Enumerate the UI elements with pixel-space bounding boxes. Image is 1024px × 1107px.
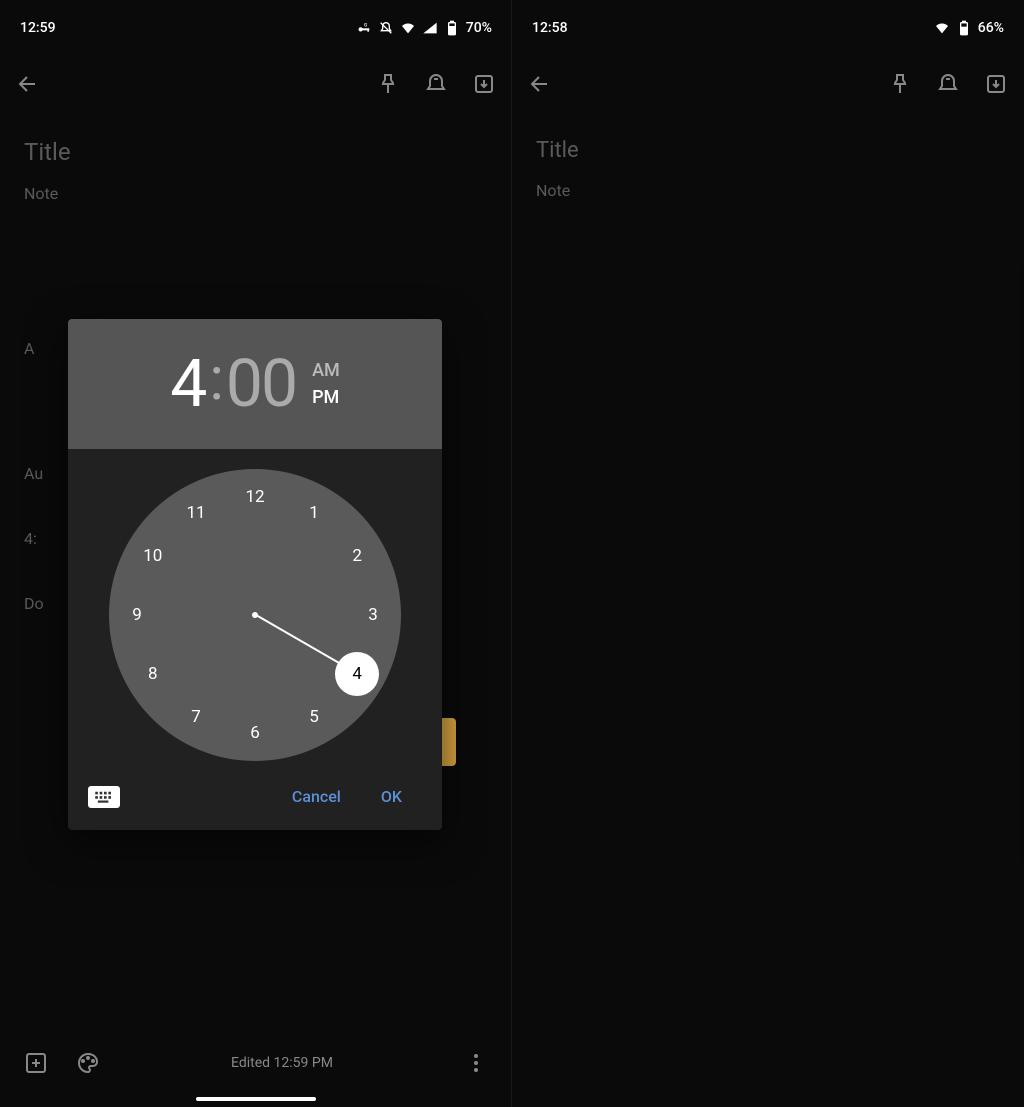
archive-icon[interactable] <box>472 72 496 96</box>
colon: : <box>209 343 222 414</box>
vpn-key-icon: G <box>356 20 372 36</box>
clock-number-7[interactable]: 7 <box>191 707 201 727</box>
note-text[interactable]: Note <box>536 181 1000 200</box>
clock-number-8[interactable]: 8 <box>148 664 158 684</box>
clock-number-5[interactable]: 5 <box>309 707 319 727</box>
svg-text:G: G <box>364 23 367 29</box>
nav-handle[interactable] <box>196 1097 316 1101</box>
dnd-off-icon <box>378 20 394 36</box>
time-display: 4 : 00 <box>170 346 296 423</box>
ok-button[interactable]: OK <box>361 779 422 814</box>
reminder-icon[interactable] <box>936 72 960 96</box>
statusbar-time: 12:58 <box>532 20 568 36</box>
palette-icon[interactable] <box>76 1051 100 1075</box>
note-title[interactable]: Title <box>536 138 1000 163</box>
keyboard-toggle-icon[interactable] <box>88 786 120 808</box>
pm-option[interactable]: PM <box>312 387 340 408</box>
phone-right: 12:58 66% Title Note SELECT T <box>512 0 1024 1107</box>
note-body: Title Note <box>512 112 1024 208</box>
signal-icon <box>422 20 438 36</box>
am-option[interactable]: AM <box>312 360 340 381</box>
statusbar-right: 66% <box>934 20 1004 36</box>
statusbar-time: 12:59 <box>20 20 56 36</box>
statusbar-right: G 70% <box>356 20 492 36</box>
clock-number-10[interactable]: 10 <box>143 546 162 566</box>
dialog-actions: Cancel OK <box>68 769 442 830</box>
note-toolbar <box>0 56 512 112</box>
ampm-toggle[interactable]: AM PM <box>312 360 340 408</box>
battery-pct: 70% <box>466 20 492 36</box>
clock-number-6[interactable]: 6 <box>250 723 260 743</box>
note-bottom-toolbar: Edited 12:59 PM <box>0 1051 512 1075</box>
hour-value[interactable]: 4 <box>170 346 205 423</box>
back-arrow-icon[interactable] <box>16 72 40 96</box>
edited-label: Edited 12:59 PM <box>128 1055 436 1071</box>
note-body: Title Note <box>0 112 512 211</box>
note-toolbar <box>512 56 1024 112</box>
clock-number-12[interactable]: 12 <box>245 487 264 507</box>
note-title[interactable]: Title <box>24 138 488 166</box>
time-picker-header: 4 : 00 AM PM <box>68 319 442 449</box>
clock-face[interactable]: 1212345678910114 <box>109 469 401 761</box>
battery-pct: 66% <box>978 20 1004 36</box>
wifi-icon <box>934 20 950 36</box>
reminder-icon[interactable] <box>424 72 448 96</box>
clock-number-1[interactable]: 1 <box>309 503 319 523</box>
statusbar: 12:58 66% <box>512 0 1024 56</box>
clock-number-3[interactable]: 3 <box>368 605 378 625</box>
add-box-icon[interactable] <box>24 1051 48 1075</box>
cancel-button[interactable]: Cancel <box>272 779 361 814</box>
archive-icon[interactable] <box>984 72 1008 96</box>
clock-number-11[interactable]: 11 <box>186 503 205 523</box>
battery-icon <box>956 20 972 36</box>
time-picker-dialog-old: 4 : 00 AM PM 1212345678910114 Cancel OK <box>68 319 442 830</box>
note-text[interactable]: Note <box>24 184 488 203</box>
overflow-menu-icon[interactable] <box>464 1051 488 1075</box>
phone-left: 12:59 G 70% <box>0 0 512 1107</box>
pin-icon[interactable] <box>888 72 912 96</box>
battery-icon <box>444 20 460 36</box>
clock-selector[interactable]: 4 <box>335 652 379 696</box>
minute-value[interactable]: 00 <box>226 346 296 423</box>
clock-number-2[interactable]: 2 <box>352 546 362 566</box>
pin-icon[interactable] <box>376 72 400 96</box>
back-arrow-icon[interactable] <box>528 72 552 96</box>
statusbar: 12:59 G 70% <box>0 0 512 56</box>
clock-number-9[interactable]: 9 <box>132 605 142 625</box>
wifi-icon <box>400 20 416 36</box>
